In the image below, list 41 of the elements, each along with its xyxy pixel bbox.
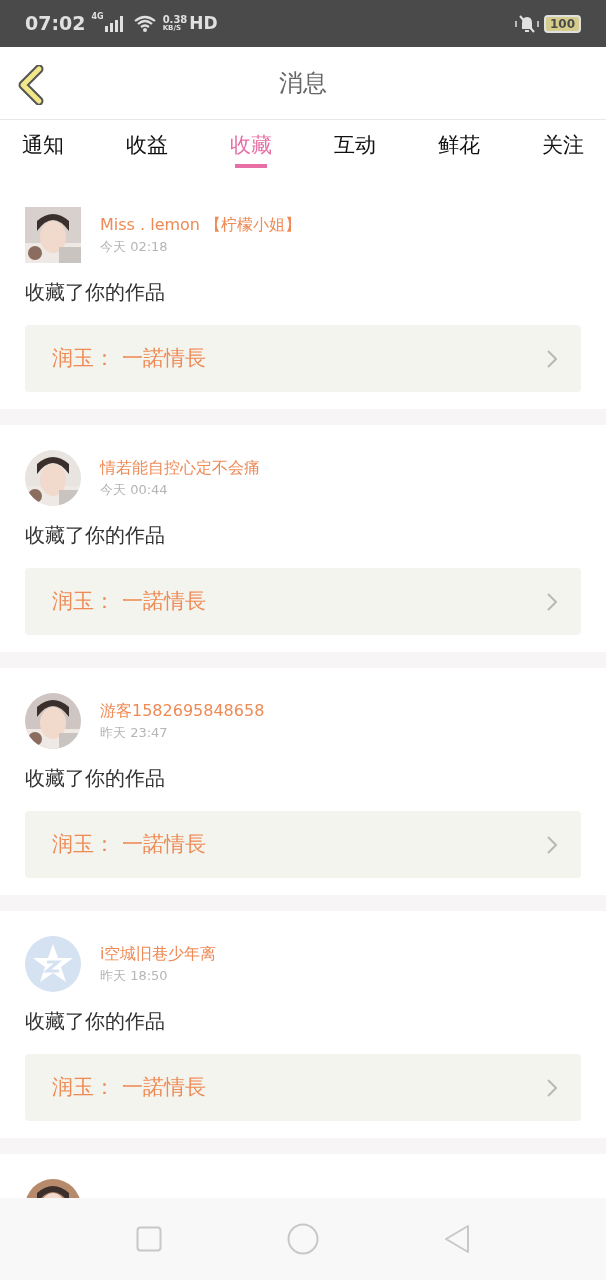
mute-icon bbox=[513, 13, 540, 34]
chevron-right-icon bbox=[547, 592, 557, 611]
work-link[interactable]: 润玉： 一諾情長 bbox=[25, 811, 581, 878]
user-name[interactable]: i空城旧巷少年离 bbox=[100, 942, 217, 966]
tab-indicator bbox=[235, 164, 267, 168]
timestamp: 昨天 18:50 bbox=[100, 967, 169, 985]
timestamp: 今天 02:18 bbox=[100, 238, 169, 256]
chevron-right-icon bbox=[547, 349, 557, 368]
hd-indicator: HD bbox=[189, 11, 218, 35]
network-speed: 0.38 bbox=[162, 15, 188, 25]
message-text: 收藏了你的作品 bbox=[25, 279, 166, 306]
timestamp: 昨天 23:47 bbox=[100, 724, 169, 742]
signal-icon bbox=[104, 15, 125, 32]
recent-apps-icon[interactable] bbox=[136, 1226, 162, 1252]
message-text: 收藏了你的作品 bbox=[25, 1008, 166, 1035]
user-name[interactable]: 游客1582695848658 bbox=[100, 699, 265, 723]
clock: 07:02 bbox=[25, 11, 86, 37]
timestamp: 今天 00:44 bbox=[100, 481, 169, 499]
tab[interactable]: 收益 bbox=[126, 120, 168, 182]
chevron-right-icon bbox=[547, 835, 557, 854]
back-nav-icon[interactable] bbox=[444, 1224, 470, 1254]
tab[interactable]: 关注 bbox=[542, 120, 584, 182]
message-text: 收藏了你的作品 bbox=[25, 522, 166, 549]
tab[interactable]: 鲜花 bbox=[438, 120, 480, 182]
default-avatar-icon bbox=[25, 936, 81, 992]
user-name[interactable]: 情若能自控心定不会痛 bbox=[100, 456, 260, 480]
home-icon[interactable] bbox=[287, 1223, 319, 1255]
network-type: 4G bbox=[91, 13, 104, 21]
work-link[interactable]: 润玉： 一諾情長 bbox=[25, 1054, 581, 1121]
back-icon[interactable] bbox=[17, 65, 45, 105]
chevron-right-icon bbox=[547, 1078, 557, 1097]
work-link[interactable]: 润玉： 一諾情長 bbox=[25, 568, 581, 635]
battery-indicator: 100 bbox=[543, 14, 581, 33]
message-text: 收藏了你的作品 bbox=[25, 765, 166, 792]
page-title: 消息 bbox=[279, 68, 327, 99]
tab[interactable]: 互动 bbox=[334, 120, 376, 182]
user-name[interactable]: Miss . lemon 【柠檬小姐】 bbox=[100, 213, 302, 237]
work-link[interactable]: 润玉： 一諾情長 bbox=[25, 325, 581, 392]
tab[interactable]: 通知 bbox=[22, 120, 64, 182]
wifi-icon bbox=[132, 14, 157, 33]
tab[interactable]: 收藏 bbox=[230, 120, 272, 182]
